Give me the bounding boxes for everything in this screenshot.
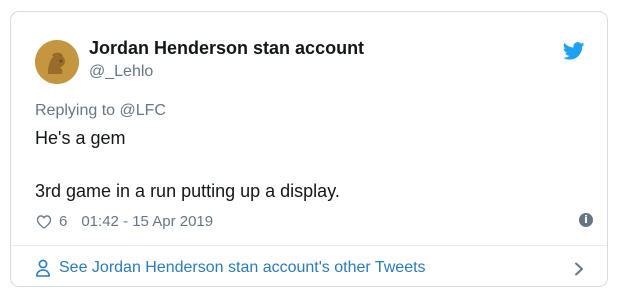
heart-icon[interactable] xyxy=(35,213,53,229)
tweet-meta: 6 01:42 - 15 Apr 2019 xyxy=(35,211,213,231)
replying-to-label: Replying to xyxy=(35,102,120,119)
person-icon xyxy=(36,259,50,277)
author-name[interactable]: Jordan Henderson stan account xyxy=(89,38,364,59)
replying-to-mention[interactable]: @LFC xyxy=(120,102,166,119)
tweet-text-line-1: He's a gem xyxy=(35,128,126,148)
tweet-timestamp[interactable]: 01:42 - 15 Apr 2019 xyxy=(81,213,213,230)
twitter-bird-icon[interactable] xyxy=(563,42,585,60)
see-other-tweets-link[interactable]: See Jordan Henderson stan account's othe… xyxy=(35,257,426,279)
like-count[interactable]: 6 xyxy=(59,213,67,230)
embedded-tweet-card: Jordan Henderson stan account @_Lehlo Re… xyxy=(10,11,608,287)
card-divider xyxy=(11,245,607,246)
chevron-right-icon[interactable] xyxy=(573,262,585,276)
replying-to-line: Replying to @LFC xyxy=(35,102,166,120)
see-other-tweets-label: See Jordan Henderson stan account's othe… xyxy=(59,259,426,276)
info-icon[interactable]: i xyxy=(579,213,593,227)
author-avatar[interactable] xyxy=(35,40,79,84)
author-handle[interactable]: @_Lehlo xyxy=(89,63,153,81)
tweet-text-line-2: 3rd game in a run putting up a display. xyxy=(35,181,340,201)
